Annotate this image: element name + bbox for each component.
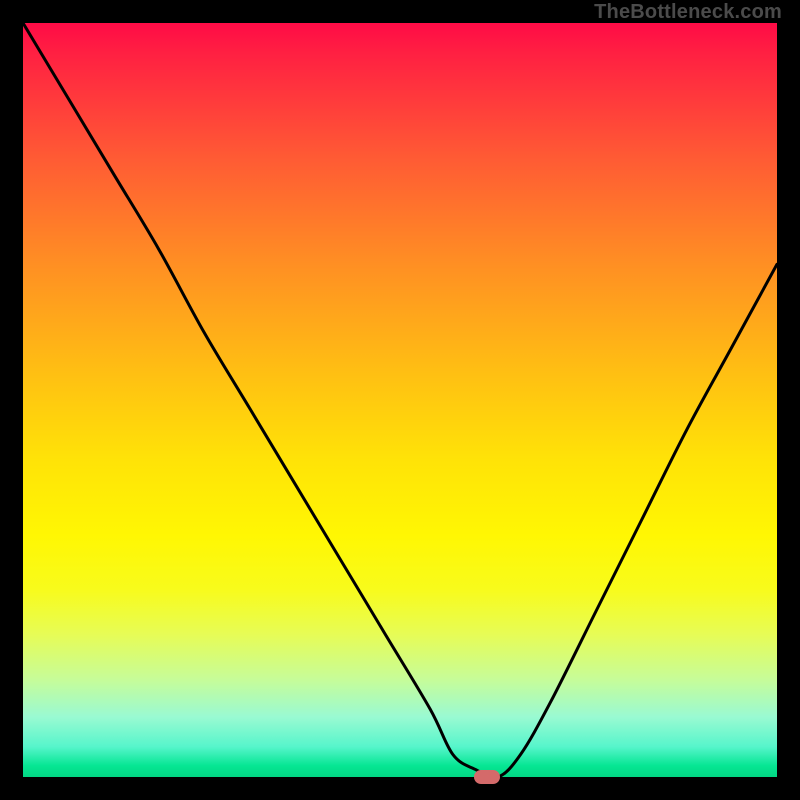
- chart-frame: TheBottleneck.com: [0, 0, 800, 800]
- branding-watermark: TheBottleneck.com: [594, 1, 782, 24]
- optimal-point-marker: [474, 770, 500, 784]
- curve-layer: [23, 23, 777, 777]
- bottleneck-curve: [23, 23, 777, 777]
- plot-area: [23, 23, 777, 777]
